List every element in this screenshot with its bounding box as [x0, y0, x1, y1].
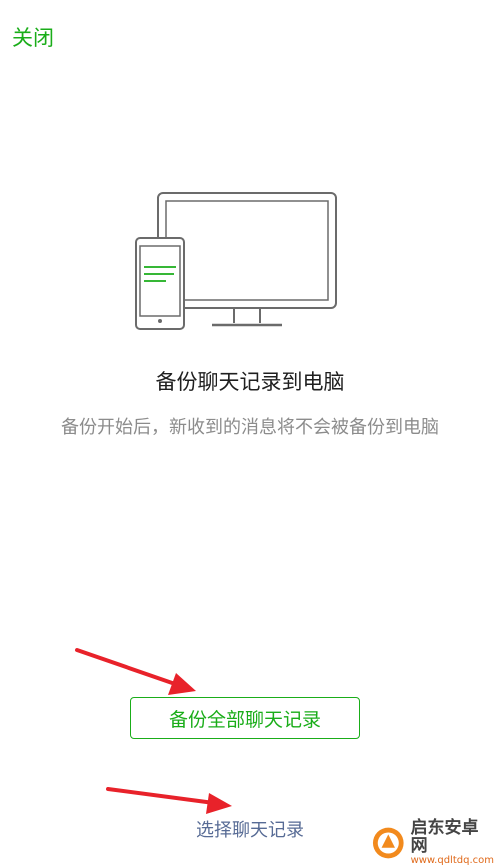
watermark-name: 启东安卓网 [410, 817, 479, 856]
page-subtitle: 备份开始后，新收到的消息将不会被备份到电脑 [61, 417, 439, 438]
watermark-url: www.qdltdq.com [410, 854, 494, 866]
arrow-icon [106, 787, 232, 814]
close-button[interactable]: 关闭 [12, 22, 54, 52]
watermark: 启东安卓网 www.qdltdq.com [372, 817, 494, 866]
phone-computer-illustration [135, 192, 337, 330]
phone-icon [135, 237, 185, 330]
page-title: 备份聊天记录到电脑 [155, 370, 345, 394]
backup-all-button[interactable]: 备份全部聊天记录 [130, 697, 360, 739]
arrow-icon [75, 648, 196, 695]
watermark-logo-icon [372, 827, 404, 859]
